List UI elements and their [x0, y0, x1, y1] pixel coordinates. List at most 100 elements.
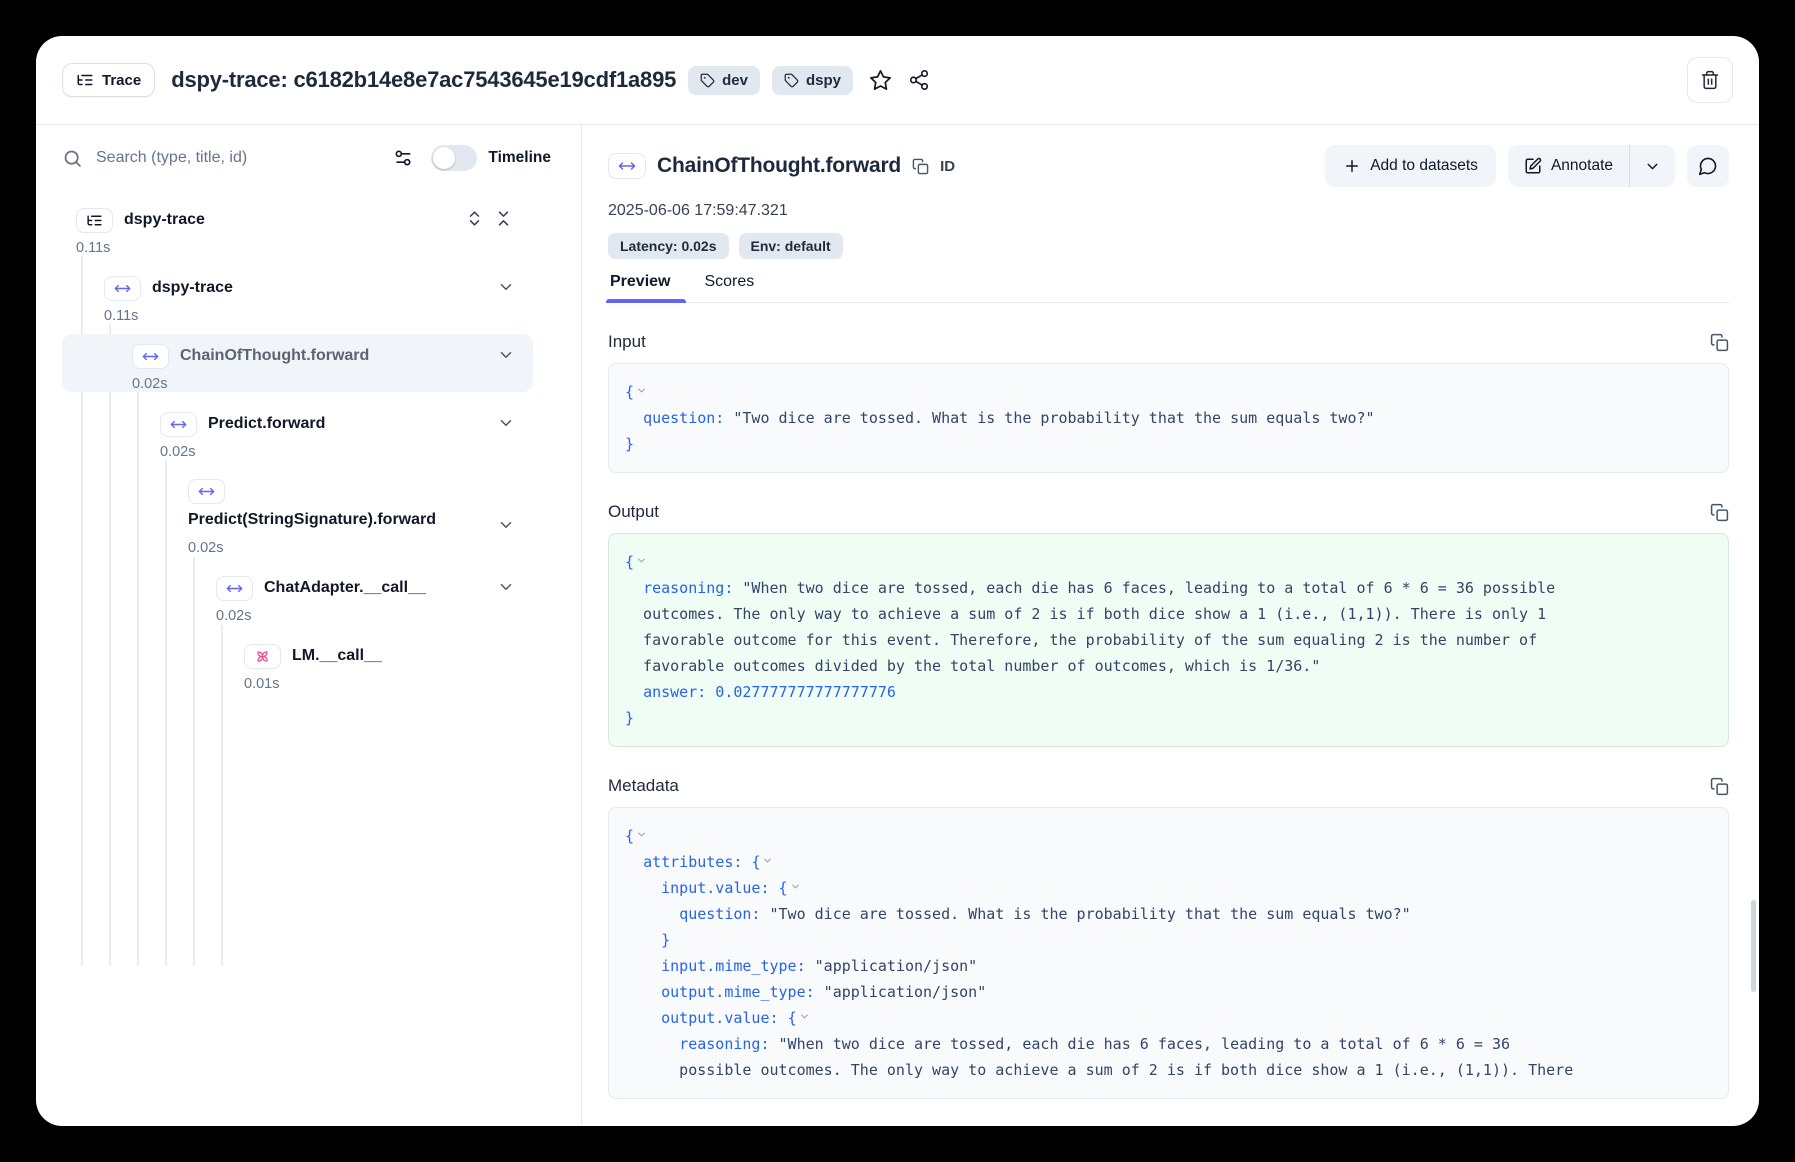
code-line: possible outcomes. The only way to achie…	[625, 1057, 1712, 1083]
tree-row-label: Predict(StringSignature).forward	[188, 511, 436, 529]
span-icon	[160, 412, 197, 437]
chevron-down-icon[interactable]	[497, 278, 515, 296]
annotate-button[interactable]: Annotate	[1508, 145, 1629, 187]
section-output: Output { reasoning: "When two dice are t…	[608, 499, 1729, 747]
annotate-dropdown-button[interactable]	[1630, 145, 1675, 187]
delete-trace-button[interactable]	[1687, 57, 1733, 103]
collapse-node-icon[interactable]	[636, 385, 647, 396]
tree-row-chainofthought-forward[interactable]: ChainOfThought.forward 0.02s	[76, 341, 525, 395]
tree-row-dspy-trace[interactable]: dspy-trace 0.11s	[76, 273, 525, 327]
collapse-node-icon[interactable]	[799, 1011, 810, 1022]
comments-button[interactable]	[1687, 145, 1729, 187]
filter-settings-icon[interactable]	[393, 148, 413, 168]
tree-row-duration: 0.02s	[188, 538, 525, 559]
meta-badges: Latency: 0.02s Env: default	[608, 233, 1729, 259]
id-label: ID	[940, 158, 955, 175]
observation-detail-panel: ChainOfThought.forward ID Add to dataset…	[582, 125, 1759, 1126]
chevron-down-icon[interactable]	[497, 414, 515, 432]
tag-icon	[784, 73, 799, 88]
code-line: attributes: {	[625, 849, 1712, 875]
comment-bubble-icon	[1698, 156, 1718, 176]
detail-header: ChainOfThought.forward ID Add to dataset…	[608, 145, 1729, 187]
span-icon	[104, 276, 141, 301]
code-line: }	[625, 431, 1712, 457]
section-metadata: Metadata { attributes: { input.value: { …	[608, 773, 1729, 1099]
code-line: input.value: {	[625, 875, 1712, 901]
metadata-json-viewer[interactable]: { attributes: { input.value: { question:…	[608, 807, 1729, 1099]
search-icon	[62, 148, 83, 169]
section-title: Metadata	[608, 776, 679, 796]
trace-window: Trace dspy-trace: c6182b14e8e7ac7543645e…	[36, 36, 1759, 1126]
copy-icon[interactable]	[1710, 503, 1729, 522]
span-icon	[216, 576, 253, 601]
annotate-pen-icon	[1524, 157, 1542, 175]
trace-type-badge: Trace	[62, 63, 155, 97]
tag-label: dspy	[806, 72, 841, 89]
code-line: question: "Two dice are tossed. What is …	[625, 901, 1712, 927]
tree-row-trace-root[interactable]: dspy-trace 0.11s	[76, 205, 525, 259]
tree-row-label: dspy-trace	[124, 211, 205, 229]
copy-icon[interactable]	[1710, 333, 1729, 352]
collapse-node-icon[interactable]	[790, 881, 801, 892]
tree-row-predict-forward[interactable]: Predict.forward 0.02s	[76, 409, 525, 463]
plus-icon	[1343, 157, 1361, 175]
code-line: input.mime_type: "application/json"	[625, 953, 1712, 979]
tree-row-duration: 0.01s	[244, 674, 525, 695]
code-line: }	[625, 705, 1712, 731]
input-json-viewer[interactable]: { question: "Two dice are tossed. What i…	[608, 363, 1729, 473]
chevron-down-icon[interactable]	[497, 346, 515, 364]
tree-row-label: LM.__call__	[292, 647, 382, 665]
tree-row-chatadapter-call[interactable]: ChatAdapter.__call__ 0.02s	[76, 573, 525, 627]
copy-icon[interactable]	[1710, 777, 1729, 796]
tree-row-label: ChatAdapter.__call__	[264, 579, 426, 597]
collapse-node-icon[interactable]	[762, 855, 773, 866]
output-json-viewer[interactable]: { reasoning: "When two dice are tossed, …	[608, 533, 1729, 747]
tree-row-predict-stringsignature-forward[interactable]: Predict(StringSignature).forward 0.02s	[76, 477, 525, 559]
add-to-datasets-button[interactable]: Add to datasets	[1325, 145, 1496, 187]
code-line: answer: 0.027777777777777776	[625, 679, 1712, 705]
section-title: Input	[608, 332, 646, 352]
annotate-button-group: Annotate	[1508, 145, 1675, 187]
annotate-label: Annotate	[1551, 157, 1613, 175]
collapse-all-icon[interactable]	[494, 209, 513, 228]
scrollbar-thumb[interactable]	[1751, 900, 1756, 992]
page: Trace dspy-trace: c6182b14e8e7ac7543645e…	[0, 0, 1795, 1162]
span-icon	[188, 479, 225, 504]
section-title: Output	[608, 502, 659, 522]
collapse-node-icon[interactable]	[636, 555, 647, 566]
timeline-toggle[interactable]	[431, 145, 477, 171]
tag-dspy[interactable]: dspy	[772, 66, 853, 95]
code-line: output.value: {	[625, 1005, 1712, 1031]
tree-row-duration: 0.11s	[104, 306, 525, 327]
tree-row-label: dspy-trace	[152, 279, 233, 297]
expand-all-icon[interactable]	[465, 209, 484, 228]
tab-scores[interactable]: Scores	[702, 273, 756, 302]
code-line: {	[625, 823, 1712, 849]
code-line: output.mime_type: "application/json"	[625, 979, 1712, 1005]
code-line: reasoning: "When two dice are tossed, ea…	[625, 1031, 1712, 1057]
tag-label: dev	[722, 72, 748, 89]
search-input[interactable]: Search (type, title, id)	[96, 149, 247, 167]
list-tree-icon	[76, 71, 94, 89]
tree-search-row: Search (type, title, id) Timeline	[36, 125, 581, 191]
code-line: favorable outcomes divided by the total …	[625, 653, 1712, 679]
share-icon[interactable]	[908, 69, 930, 91]
tree-row-duration: 0.02s	[132, 374, 525, 395]
tree-row-lm-call[interactable]: LM.__call__ 0.01s	[76, 641, 525, 695]
timeline-toggle-label: Timeline	[488, 149, 551, 167]
section-input: Input { question: "Two dice are tossed. …	[608, 329, 1729, 473]
observation-timestamp: 2025-06-06 17:59:47.321	[608, 199, 1729, 223]
add-to-datasets-label: Add to datasets	[1370, 157, 1478, 175]
tree-row-label: ChainOfThought.forward	[180, 347, 369, 365]
collapse-node-icon[interactable]	[636, 829, 647, 840]
chevron-down-icon[interactable]	[497, 578, 515, 596]
code-line: reasoning: "When two dice are tossed, ea…	[625, 575, 1712, 601]
span-icon	[132, 344, 169, 369]
star-icon[interactable]	[869, 69, 892, 92]
latency-badge: Latency: 0.02s	[608, 233, 729, 259]
tab-preview[interactable]: Preview	[608, 273, 672, 302]
copy-id-icon[interactable]	[912, 158, 929, 175]
tag-dev[interactable]: dev	[688, 66, 760, 95]
chevron-down-icon[interactable]	[497, 516, 515, 534]
trace-icon	[76, 208, 113, 233]
